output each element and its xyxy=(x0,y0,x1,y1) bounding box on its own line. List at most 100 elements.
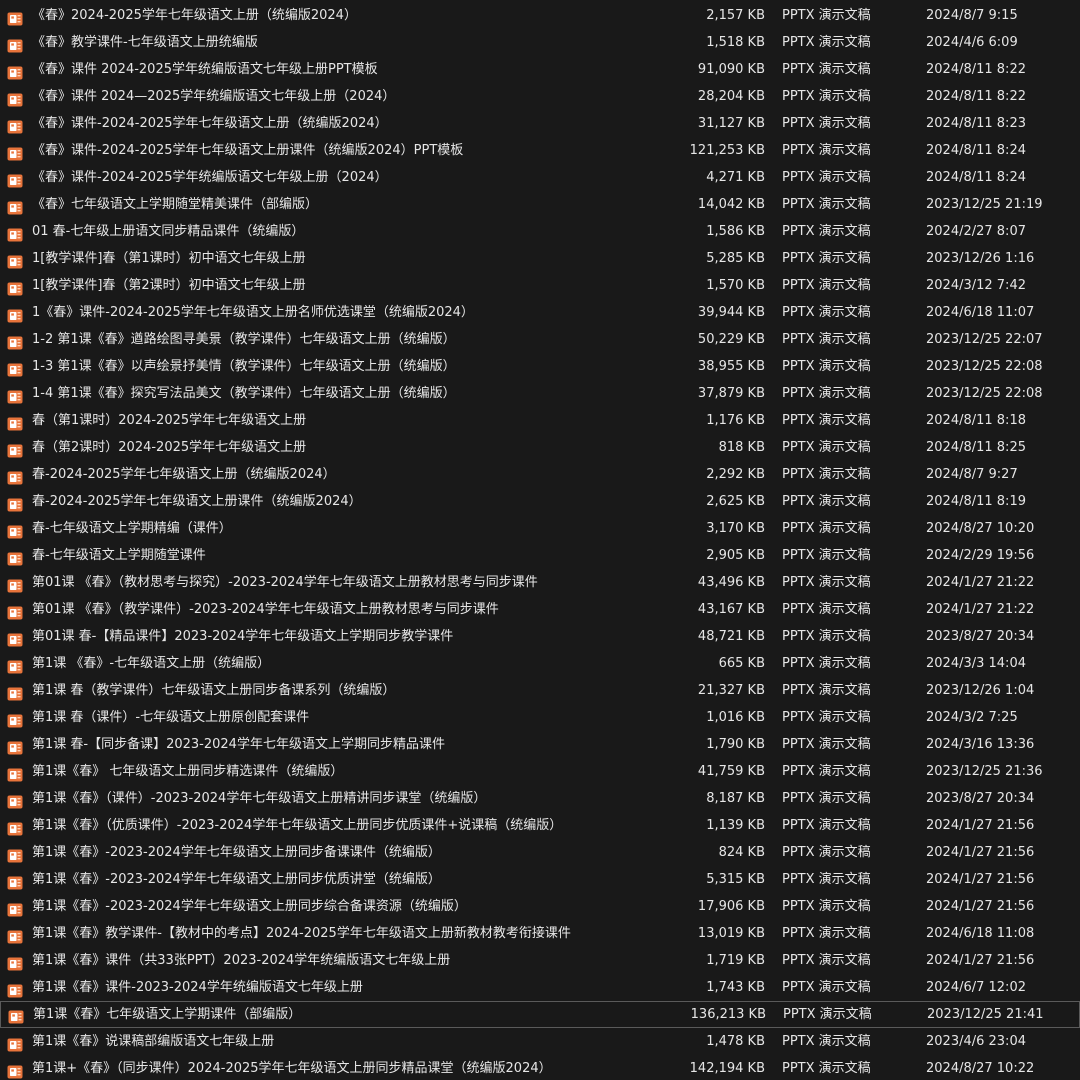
pptx-file-icon xyxy=(7,387,23,404)
file-row[interactable]: 1[教学课件]春（第1课时）初中语文七年级上册 5,285 KB PPTX 演示文稿… xyxy=(0,245,1080,272)
file-row[interactable]: 第1课《春》课件（共33张PPT）2023-2024学年统编版语文七年级上册 1,… xyxy=(0,947,1080,974)
pptx-file-icon xyxy=(7,36,23,53)
file-row[interactable]: 第1课《春》-2023-2024学年七年级语文上册同步备课课件（统编版） 824 … xyxy=(0,839,1080,866)
pptx-file-icon xyxy=(7,549,23,566)
file-name: 第1课《春》（课件）-2023-2024学年七年级语文上册精讲同步课堂（统编版） xyxy=(32,791,487,806)
file-date-modified: 2024/1/27 21:56 xyxy=(926,818,1035,833)
file-row[interactable]: 第01课 春-【精品课件】2023-2024学年七年级语文上学期同步教学课件 48… xyxy=(0,623,1080,650)
pptx-file-icon xyxy=(7,225,23,242)
file-size: 1,016 KB xyxy=(706,710,765,725)
file-size: 1,719 KB xyxy=(706,953,765,968)
file-date-modified: 2024/8/7 9:15 xyxy=(926,8,1018,23)
file-row[interactable]: 《春》七年级语文上学期随堂精美课件（部编版） 14,042 KB PPTX 演示文稿… xyxy=(0,191,1080,218)
file-name: 春（第1课时）2024-2025学年七年级语文上册 xyxy=(32,413,307,428)
file-name: 《春》七年级语文上学期随堂精美课件（部编版） xyxy=(32,197,319,212)
file-row[interactable]: 《春》课件 2024-2025学年统编版语文七年级上册PPT模板 91,090 K… xyxy=(0,56,1080,83)
pptx-file-icon xyxy=(7,927,23,944)
file-name: 春-2024-2025学年七年级语文上册课件（统编版2024） xyxy=(32,494,362,509)
file-row[interactable]: 第1课《春》课件-2023-2024学年统编版语文七年级上册 1,743 KB PP… xyxy=(0,974,1080,1001)
file-type: PPTX 演示文稿 xyxy=(782,656,871,671)
file-date-modified: 2023/8/27 20:34 xyxy=(926,629,1035,644)
file-row[interactable]: 春-七年级语文上学期随堂课件 2,905 KB PPTX 演示文稿 2024/2/29… xyxy=(0,542,1080,569)
pptx-file-icon xyxy=(7,522,23,539)
file-row[interactable]: 第1课 春-【同步备课】2023-2024学年七年级语文上学期同步精品课件 1,7… xyxy=(0,731,1080,758)
file-type: PPTX 演示文稿 xyxy=(782,467,871,482)
file-row[interactable]: 第1课 春（课件）-七年级语文上册原创配套课件 1,016 KB PPTX 演示文稿… xyxy=(0,704,1080,731)
file-row[interactable]: 第1课《春》（优质课件）-2023-2024学年七年级语文上册同步优质课件+说课… xyxy=(0,812,1080,839)
file-row[interactable]: 1-4 第1课《春》探究写法品美文（教学课件）七年级语文上册（统编版） 37,87… xyxy=(0,380,1080,407)
file-size: 3,170 KB xyxy=(706,521,765,536)
file-row[interactable]: 1[教学课件]春（第2课时）初中语文七年级上册 1,570 KB PPTX 演示文稿… xyxy=(0,272,1080,299)
file-row[interactable]: 春（第2课时）2024-2025学年七年级语文上册 818 KB PPTX 演示文稿… xyxy=(0,434,1080,461)
file-size: 136,213 KB xyxy=(690,1007,766,1022)
file-row[interactable]: 《春》课件-2024-2025学年统编版语文七年级上册（2024） 4,271 K… xyxy=(0,164,1080,191)
file-row[interactable]: 第1课+《春》（同步课件）2024-2025学年七年级语文上册同步精品课堂（统编… xyxy=(0,1055,1080,1080)
file-type: PPTX 演示文稿 xyxy=(782,737,871,752)
file-name: 1-4 第1课《春》探究写法品美文（教学课件）七年级语文上册（统编版） xyxy=(32,386,456,401)
file-size: 818 KB xyxy=(718,440,765,455)
file-date-modified: 2024/2/27 8:07 xyxy=(926,224,1026,239)
file-row[interactable]: 第1课《春》-2023-2024学年七年级语文上册同步优质讲堂（统编版） 5,31… xyxy=(0,866,1080,893)
file-size: 1,743 KB xyxy=(706,980,765,995)
file-type: PPTX 演示文稿 xyxy=(782,116,871,131)
file-row[interactable]: 春-2024-2025学年七年级语文上册课件（统编版2024） 2,625 KB P… xyxy=(0,488,1080,515)
file-type: PPTX 演示文稿 xyxy=(782,413,871,428)
file-row[interactable]: 第1课《春》 七年级语文上册同步精选课件（统编版） 41,759 KB PPTX 演… xyxy=(0,758,1080,785)
file-type: PPTX 演示文稿 xyxy=(782,872,871,887)
pptx-file-icon xyxy=(7,981,23,998)
pptx-file-icon xyxy=(7,90,23,107)
file-type: PPTX 演示文稿 xyxy=(782,980,871,995)
file-size: 31,127 KB xyxy=(697,116,765,131)
pptx-file-icon xyxy=(7,711,23,728)
file-name: 第1课《春》 七年级语文上册同步精选课件（统编版） xyxy=(32,764,344,779)
pptx-file-icon xyxy=(7,738,23,755)
pptx-file-icon xyxy=(7,819,23,836)
pptx-file-icon xyxy=(7,414,23,431)
file-type: PPTX 演示文稿 xyxy=(782,251,871,266)
file-row[interactable]: 第1课《春》教学课件-【教材中的考点】2024-2025学年七年级语文上册新教材… xyxy=(0,920,1080,947)
file-date-modified: 2024/8/11 8:18 xyxy=(926,413,1026,428)
file-row[interactable]: 第1课《春》（课件）-2023-2024学年七年级语文上册精讲同步课堂（统编版）… xyxy=(0,785,1080,812)
file-row[interactable]: 01 春-七年级上册语文同步精品课件（统编版） 1,586 KB PPTX 演示文稿… xyxy=(0,218,1080,245)
file-size: 1,478 KB xyxy=(706,1034,765,1049)
file-row[interactable]: 1《春》课件-2024-2025学年七年级语文上册名师优选课堂（统编版2024）… xyxy=(0,299,1080,326)
pptx-file-icon xyxy=(7,873,23,890)
file-size: 2,625 KB xyxy=(706,494,765,509)
file-row[interactable]: 《春》课件-2024-2025学年七年级语文上册课件（统编版2024）PPT模板… xyxy=(0,137,1080,164)
file-row[interactable]: 第1课 春（教学课件）七年级语文上册同步备课系列（统编版） 21,327 KB PP… xyxy=(0,677,1080,704)
file-row[interactable]: 春-2024-2025学年七年级语文上册（统编版2024） 2,292 KB PPT… xyxy=(0,461,1080,488)
file-name: 第1课《春》课件-2023-2024学年统编版语文七年级上册 xyxy=(32,980,363,995)
file-row[interactable]: 第01课 《春》（教学课件）-2023-2024学年七年级语文上册教材思考与同步… xyxy=(0,596,1080,623)
file-date-modified: 2023/12/25 22:08 xyxy=(926,359,1043,374)
file-row[interactable]: 第1课 《春》-七年级语文上册（统编版） 665 KB PPTX 演示文稿 2024/… xyxy=(0,650,1080,677)
file-size: 121,253 KB xyxy=(689,143,765,158)
file-row[interactable]: 1-2 第1课《春》遒路绘图寻美景（教学课件）七年级语文上册（统编版） 50,22… xyxy=(0,326,1080,353)
pptx-file-icon xyxy=(7,603,23,620)
file-row[interactable]: 《春》教学课件-七年级语文上册统编版 1,518 KB PPTX 演示文稿 2024/… xyxy=(0,29,1080,56)
pptx-file-icon xyxy=(7,495,23,512)
pptx-file-icon xyxy=(7,765,23,782)
pptx-file-icon xyxy=(7,846,23,863)
file-row[interactable]: 第1课《春》七年级语文上学期课件（部编版） 136,213 KB PPTX 演示文稿… xyxy=(0,1001,1080,1028)
file-row[interactable]: 《春》课件 2024—2025学年统编版语文七年级上册（2024） 28,204 … xyxy=(0,83,1080,110)
file-name: 《春》课件-2024-2025学年七年级语文上册课件（统编版2024）PPT模板 xyxy=(32,143,464,158)
file-row[interactable]: 《春》2024-2025学年七年级语文上册（统编版2024） 2,157 KB PP… xyxy=(0,2,1080,29)
file-row[interactable]: 《春》课件-2024-2025学年七年级语文上册（统编版2024） 31,127 … xyxy=(0,110,1080,137)
file-date-modified: 2024/4/6 6:09 xyxy=(926,35,1018,50)
file-row[interactable]: 春-七年级语文上学期精编（课件） 3,170 KB PPTX 演示文稿 2024/8/… xyxy=(0,515,1080,542)
file-date-modified: 2024/8/27 10:20 xyxy=(926,521,1035,536)
file-name: 春-七年级语文上学期精编（课件） xyxy=(32,521,232,536)
file-type: PPTX 演示文稿 xyxy=(782,602,871,617)
file-type: PPTX 演示文稿 xyxy=(782,521,871,536)
file-row[interactable]: 1-3 第1课《春》以声绘景抒美情（教学课件）七年级语文上册（统编版） 38,95… xyxy=(0,353,1080,380)
file-date-modified: 2024/1/27 21:56 xyxy=(926,872,1035,887)
file-name: 第01课 春-【精品课件】2023-2024学年七年级语文上学期同步教学课件 xyxy=(32,629,454,644)
file-row[interactable]: 第01课 《春》（教材思考与探究）-2023-2024学年七年级语文上册教材思考… xyxy=(0,569,1080,596)
file-date-modified: 2023/12/25 21:36 xyxy=(926,764,1043,779)
file-name: 1-2 第1课《春》遒路绘图寻美景（教学课件）七年级语文上册（统编版） xyxy=(32,332,456,347)
file-row[interactable]: 第1课《春》-2023-2024学年七年级语文上册同步综合备课资源（统编版） 17… xyxy=(0,893,1080,920)
file-row[interactable]: 第1课《春》说课稿部编版语文七年级上册 1,478 KB PPTX 演示文稿 2023… xyxy=(0,1028,1080,1055)
file-name: 《春》课件 2024-2025学年统编版语文七年级上册PPT模板 xyxy=(32,62,378,77)
file-row[interactable]: 春（第1课时）2024-2025学年七年级语文上册 1,176 KB PPTX 演示… xyxy=(0,407,1080,434)
file-size: 1,586 KB xyxy=(706,224,765,239)
